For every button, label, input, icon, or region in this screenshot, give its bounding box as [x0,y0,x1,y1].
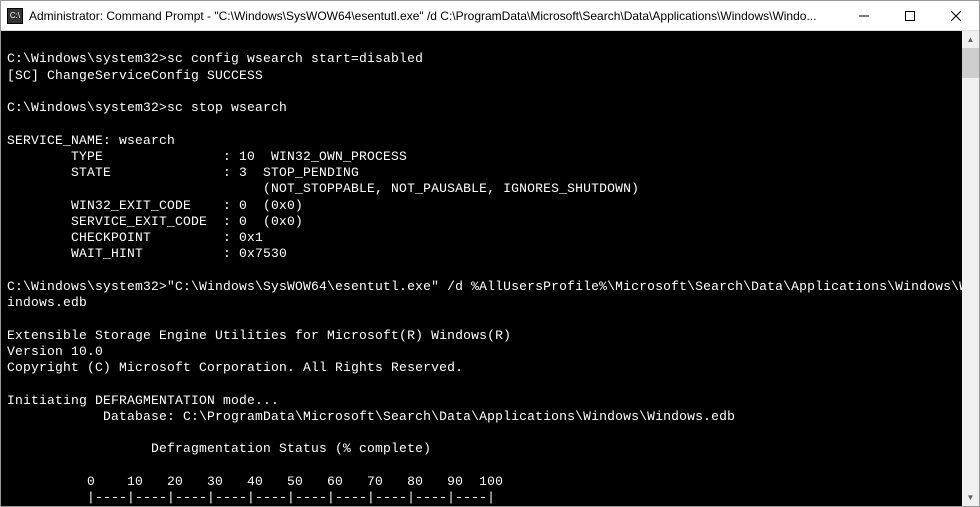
app-icon: C:\ [7,8,23,24]
close-icon [951,11,961,21]
titlebar[interactable]: C:\ Administrator: Command Prompt - "C:\… [1,1,979,31]
maximize-button[interactable] [887,1,933,30]
command-prompt-window: C:\ Administrator: Command Prompt - "C:\… [0,0,980,507]
minimize-icon [859,11,869,21]
vertical-scrollbar[interactable]: ▲ ▼ [962,31,979,506]
scroll-down-button[interactable]: ▼ [962,489,979,506]
terminal-output[interactable]: C:\Windows\system32>sc config wsearch st… [1,31,962,506]
close-button[interactable] [933,1,979,30]
window-controls [841,1,979,30]
scroll-track[interactable] [962,48,979,489]
minimize-button[interactable] [841,1,887,30]
maximize-icon [905,11,915,21]
scroll-up-button[interactable]: ▲ [962,31,979,48]
terminal-container: C:\Windows\system32>sc config wsearch st… [1,31,979,506]
scroll-thumb[interactable] [962,48,979,78]
window-title: Administrator: Command Prompt - "C:\Wind… [29,9,841,23]
